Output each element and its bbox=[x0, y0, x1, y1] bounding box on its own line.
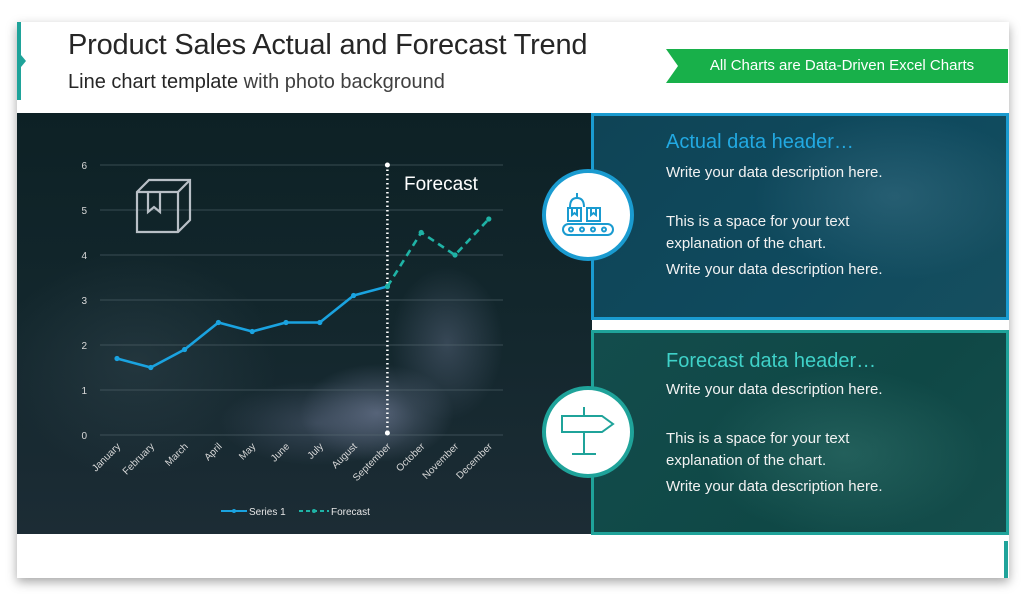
x-tick-label: June bbox=[269, 441, 292, 464]
y-tick-label: 6 bbox=[81, 161, 87, 172]
forecast-panel-header: Forecast data header… bbox=[666, 350, 877, 372]
series1-point bbox=[114, 355, 120, 362]
legend-forecast-label: Forecast bbox=[331, 507, 370, 518]
x-tick-label: April bbox=[203, 441, 225, 463]
forecast-point bbox=[384, 283, 390, 290]
series1-point bbox=[351, 292, 357, 299]
x-tick-label: February bbox=[121, 441, 157, 477]
series1-point bbox=[249, 328, 255, 335]
slide-right-accent bbox=[1004, 541, 1008, 578]
x-axis-ticks: JanuaryFebruary March April May June July Augu… bbox=[90, 441, 495, 484]
divider-bottom-dot bbox=[384, 430, 390, 436]
forecast-panel-line-2: This is a space for your text explanatio… bbox=[666, 430, 850, 469]
box-icon bbox=[135, 178, 192, 234]
x-tick-label: March bbox=[163, 441, 190, 468]
y-axis-ticks: 0 1 2 3 4 5 6 bbox=[81, 161, 87, 442]
series1-line bbox=[116, 285, 388, 369]
forecast-panel-line-1: Write your data description here. bbox=[666, 381, 883, 398]
actual-panel-header: Actual data header… bbox=[666, 131, 854, 153]
x-tick-label: July bbox=[306, 441, 326, 461]
series1-point bbox=[283, 319, 289, 326]
conveyor-belt-boxes-icon bbox=[562, 193, 614, 236]
forecast-data-panel: Forecast data header… Write your data de… bbox=[591, 330, 1009, 535]
forecast-icon-circle bbox=[542, 386, 634, 478]
actual-icon-circle bbox=[542, 169, 634, 261]
y-tick-label: 2 bbox=[81, 341, 87, 352]
actual-panel-line-2: This is a space for your text explanatio… bbox=[666, 213, 850, 252]
forecast-point bbox=[418, 229, 424, 236]
banner-notch bbox=[666, 49, 678, 83]
series1-point bbox=[215, 319, 221, 326]
forecast-point bbox=[486, 216, 492, 222]
y-tick-label: 3 bbox=[81, 296, 87, 307]
y-tick-label: 5 bbox=[81, 206, 87, 217]
forecast-point bbox=[452, 252, 458, 258]
series1-point bbox=[148, 364, 154, 371]
data-driven-banner: All Charts are Data-Driven Excel Charts bbox=[666, 49, 1008, 83]
legend-series1-marker bbox=[232, 509, 236, 513]
x-tick-label: October bbox=[394, 441, 427, 474]
forecast-annotation: Forecast bbox=[404, 174, 479, 195]
signpost-icon bbox=[561, 407, 615, 455]
y-tick-label: 0 bbox=[81, 431, 87, 442]
legend-forecast-marker bbox=[312, 509, 316, 513]
series1-point bbox=[317, 319, 323, 326]
series1-point bbox=[182, 346, 188, 353]
x-tick-label: December bbox=[455, 441, 496, 482]
x-tick-label: May bbox=[237, 441, 258, 462]
x-tick-label: January bbox=[90, 441, 123, 474]
actual-panel-line-1: Write your data description here. bbox=[666, 164, 883, 181]
legend-series1-label: Series 1 bbox=[249, 507, 286, 518]
chart-legend: Series 1 Forecast bbox=[221, 507, 370, 518]
line-chart: 0 1 2 3 4 5 6 JanuaryFebruary March April May June… bbox=[81, 161, 503, 518]
actual-data-panel: Actual data header… Write your data desc… bbox=[591, 113, 1009, 320]
y-tick-label: 1 bbox=[81, 386, 87, 397]
forecast-line bbox=[386, 218, 490, 288]
divider-top-dot bbox=[384, 162, 390, 168]
x-tick-label: August bbox=[330, 441, 360, 471]
y-tick-label: 4 bbox=[81, 251, 87, 262]
forecast-panel-line-3: Write your data description here. bbox=[666, 478, 883, 495]
actual-panel-line-3: Write your data description here. bbox=[666, 261, 883, 278]
